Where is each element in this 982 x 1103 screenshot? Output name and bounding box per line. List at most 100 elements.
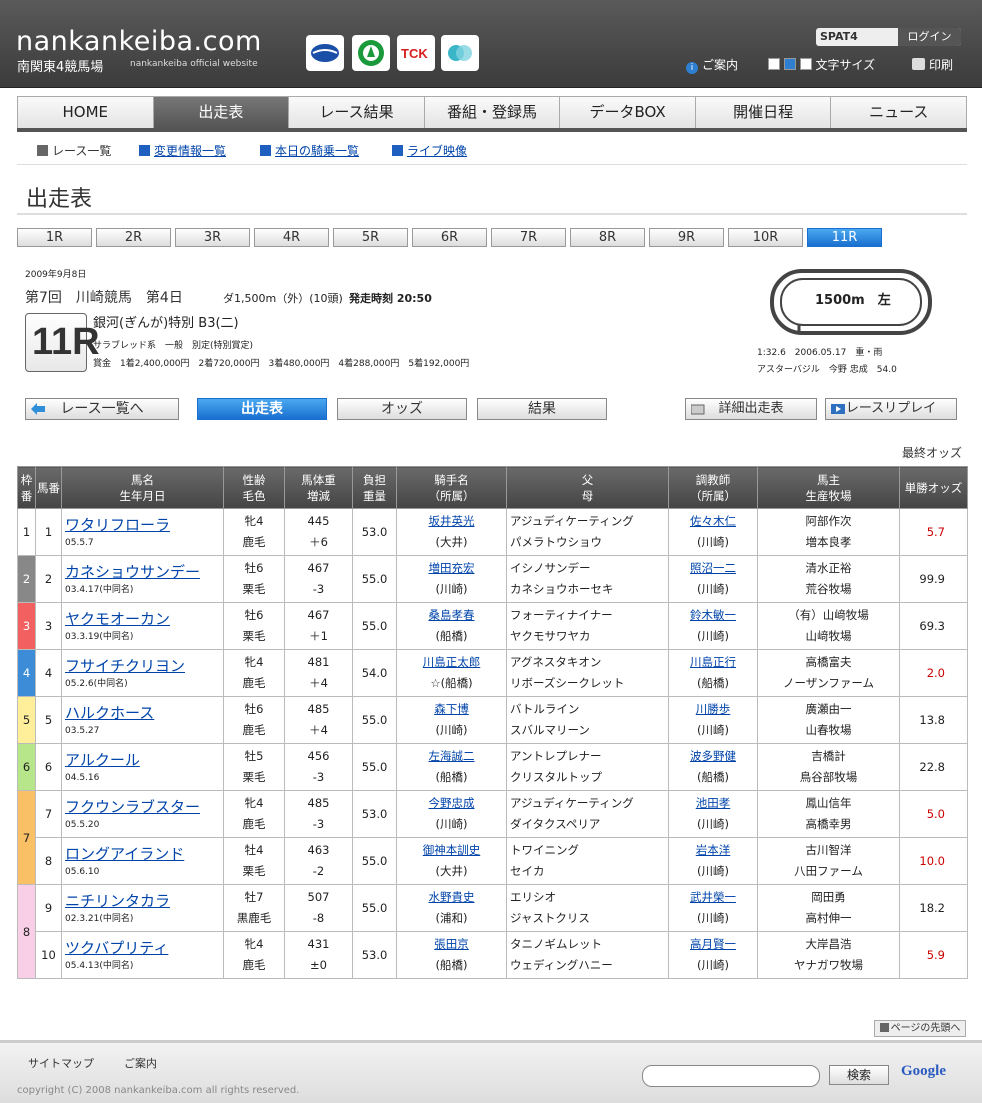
- gnav-databox[interactable]: データBOX: [560, 97, 696, 128]
- trainer-link[interactable]: 波多野健: [669, 746, 757, 767]
- horse-name-link[interactable]: ロングアイランド: [65, 843, 223, 865]
- col-weight: 馬体重 増減: [284, 466, 353, 509]
- horse-name-link[interactable]: フクウンラブスター: [65, 796, 223, 818]
- search-input[interactable]: [642, 1065, 820, 1087]
- gnav-schedule[interactable]: 開催日程: [696, 97, 832, 128]
- burden-cell: 53.0: [352, 508, 397, 556]
- up-arrow-icon: [879, 1023, 889, 1032]
- burden-cell: 54.0: [352, 649, 397, 697]
- jockey-cell: 水野貴史 (浦和): [396, 884, 507, 932]
- gnav-program[interactable]: 番組・登録馬: [425, 97, 561, 128]
- jockey-link[interactable]: 今野忠成: [397, 793, 506, 814]
- jockey-link[interactable]: 水野貴史: [397, 887, 506, 908]
- sitemap-link[interactable]: サイトマップ: [28, 1055, 94, 1071]
- race-tab-11r[interactable]: 11R: [807, 228, 882, 247]
- racecourse-icon-4[interactable]: [441, 35, 479, 71]
- horse-name-link[interactable]: アルクール: [65, 749, 223, 771]
- result-button[interactable]: 結果: [477, 398, 607, 420]
- race-tab-9r[interactable]: 9R: [649, 228, 724, 247]
- trainer-link[interactable]: 武井榮一: [669, 887, 757, 908]
- gnav-home[interactable]: HOME: [18, 97, 154, 128]
- guide-link[interactable]: i ご案内: [686, 56, 738, 74]
- jockey-link[interactable]: 増田充宏: [397, 558, 506, 579]
- horse-name-link[interactable]: ニチリンタカラ: [65, 890, 223, 912]
- subnav-live-video[interactable]: ライブ映像: [392, 142, 467, 159]
- uma-cell: 5: [35, 696, 62, 744]
- trainer-link[interactable]: 高月賢一: [669, 934, 757, 955]
- odds-cell: 69.3: [899, 602, 968, 650]
- horse-name-link[interactable]: カネショウサンデー: [65, 561, 223, 583]
- race-tab-4r[interactable]: 4R: [254, 228, 329, 247]
- jockey-link[interactable]: 坂井英光: [397, 511, 506, 532]
- subnav-jockey-rides[interactable]: 本日の騎乗一覧: [260, 142, 359, 159]
- race-tab-10r[interactable]: 10R: [728, 228, 803, 247]
- footer-guide-link[interactable]: ご案内: [124, 1055, 157, 1071]
- entries-button[interactable]: 出走表: [197, 398, 327, 420]
- birth-date: 02.3.21(中同名): [65, 914, 134, 924]
- trainer-link[interactable]: 鈴木敏一: [669, 605, 757, 626]
- trainer-link[interactable]: 池田孝: [669, 793, 757, 814]
- detail-entries-button[interactable]: 詳細出走表: [685, 398, 817, 420]
- race-tab-6r[interactable]: 6R: [412, 228, 487, 247]
- race-tab-2r[interactable]: 2R: [96, 228, 171, 247]
- horse-name-link[interactable]: ヤクモオーカン: [65, 608, 223, 630]
- jockey-link[interactable]: 御神本訓史: [397, 840, 506, 861]
- site-logo[interactable]: nankankeiba.com: [16, 26, 262, 57]
- trainer-link[interactable]: 照沼一二: [669, 558, 757, 579]
- owner-cell: 高橋富夫 ノーザンファーム: [757, 649, 900, 697]
- race-distance: ダ1,500m（外）(10頭): [223, 292, 343, 305]
- page-top-link[interactable]: ページの先頭へ: [874, 1020, 966, 1037]
- odds-button[interactable]: オッズ: [337, 398, 467, 420]
- font-size-control[interactable]: 文字サイズ: [768, 56, 875, 73]
- horse-name-link[interactable]: フサイチクリヨン: [65, 655, 223, 677]
- trainer-link[interactable]: 佐々木仁: [669, 511, 757, 532]
- gnav-entries[interactable]: 出走表: [153, 97, 290, 128]
- horse-cell: ヤクモオーカン 03.3.19(中同名): [61, 602, 224, 650]
- jockey-link[interactable]: 川島正太郎: [397, 652, 506, 673]
- jockey-cell: 増田充宏 (川崎): [396, 555, 507, 603]
- back-to-race-list-button[interactable]: レース一覧へ: [25, 398, 179, 420]
- racecourse-icon-2[interactable]: [352, 35, 390, 71]
- trainer-cell: 川島正行 (船橋): [668, 649, 758, 697]
- subnav-race-list[interactable]: レース一覧: [37, 142, 111, 159]
- trainer-link[interactable]: 岩本洋: [669, 840, 757, 861]
- race-tab-7r[interactable]: 7R: [491, 228, 566, 247]
- odds-cell: 13.8: [899, 696, 968, 744]
- jockey-link[interactable]: 森下博: [397, 699, 506, 720]
- print-link[interactable]: 印刷: [912, 56, 953, 73]
- birth-date: 03.4.17(中同名): [65, 585, 134, 595]
- horse-name-link[interactable]: ハルクホース: [65, 702, 223, 724]
- trainer-link[interactable]: 川島正行: [669, 652, 757, 673]
- horse-name-link[interactable]: ツクバプリティ: [65, 937, 223, 959]
- owner-cell: 大岸昌浩 ヤナガワ牧場: [757, 931, 900, 979]
- race-tab-1r[interactable]: 1R: [17, 228, 92, 247]
- racecourse-icon-3[interactable]: TCK: [397, 35, 435, 71]
- gnav-news[interactable]: ニュース: [831, 97, 966, 128]
- trainer-cell: 高月賢一 (川崎): [668, 931, 758, 979]
- weight-cell: 445 ＋6: [284, 508, 353, 556]
- race-prize: 賞金 1着2,400,000円 2着720,000円 3着480,000円 4着…: [93, 359, 470, 369]
- trainer-cell: 佐々木仁 (川崎): [668, 508, 758, 556]
- jockey-link[interactable]: 桑島孝春: [397, 605, 506, 626]
- font-size-large-icon[interactable]: [799, 58, 812, 70]
- gnav-divider: [17, 128, 967, 132]
- jockey-link[interactable]: 左海誠二: [397, 746, 506, 767]
- racecourse-icon-1[interactable]: [306, 35, 344, 71]
- col-uma: 馬番: [35, 466, 62, 509]
- spat4-login-button[interactable]: SPAT4 ログイン: [816, 28, 961, 46]
- gnav-results[interactable]: レース結果: [289, 97, 425, 128]
- race-replay-button[interactable]: レースリプレイ: [825, 398, 957, 420]
- horse-name-link[interactable]: ワタリフローラ: [65, 514, 223, 536]
- race-tab-5r[interactable]: 5R: [333, 228, 408, 247]
- font-size-small-icon[interactable]: [768, 58, 780, 70]
- horse-cell: ハルクホース 03.5.27: [61, 696, 224, 744]
- jockey-link[interactable]: 張田京: [397, 934, 506, 955]
- font-size-medium-icon[interactable]: [783, 58, 796, 70]
- horse-cell: フクウンラブスター 05.5.20: [61, 790, 224, 838]
- subnav-changes[interactable]: 変更情報一覧: [139, 142, 226, 159]
- search-button[interactable]: 検索: [829, 1065, 889, 1085]
- trainer-link[interactable]: 川勝歩: [669, 699, 757, 720]
- race-tab-3r[interactable]: 3R: [175, 228, 250, 247]
- race-tab-8r[interactable]: 8R: [570, 228, 645, 247]
- weight-cell: 467 -3: [284, 555, 353, 603]
